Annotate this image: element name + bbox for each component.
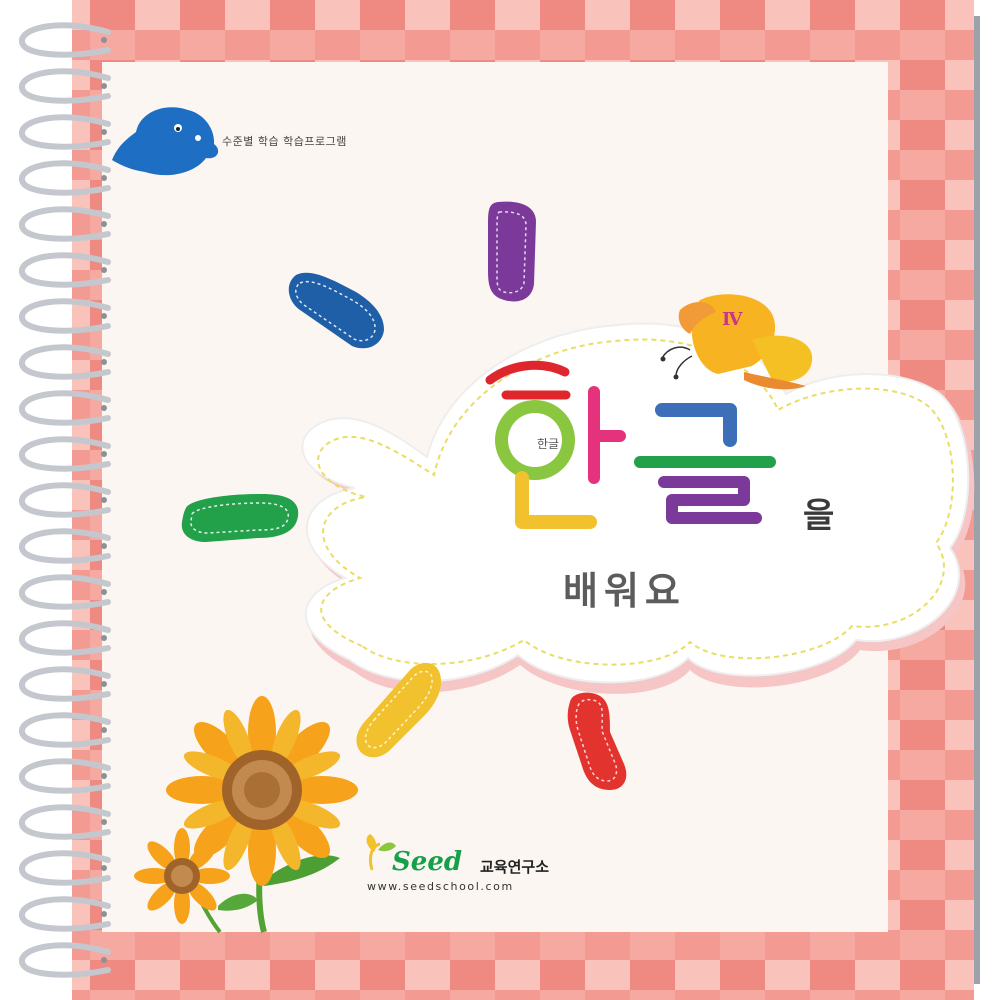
subtitle: 배워요 xyxy=(563,569,686,613)
stroke-green xyxy=(181,494,299,542)
book-cover xyxy=(19,0,980,1000)
series-tagline: 수준별 학습 학습프로그램 xyxy=(222,135,347,148)
publisher-suffix: 교육연구소 xyxy=(480,858,550,876)
stroke-purple xyxy=(488,201,536,302)
title-particle: 을 xyxy=(803,496,835,536)
volume-number: Ⅳ xyxy=(722,309,743,330)
title-inner-mark: 한글 xyxy=(537,437,560,451)
publisher-brand: Seed xyxy=(392,847,463,877)
publisher-website: www.seedschool.com xyxy=(367,880,514,893)
spiral-holes xyxy=(101,37,107,963)
